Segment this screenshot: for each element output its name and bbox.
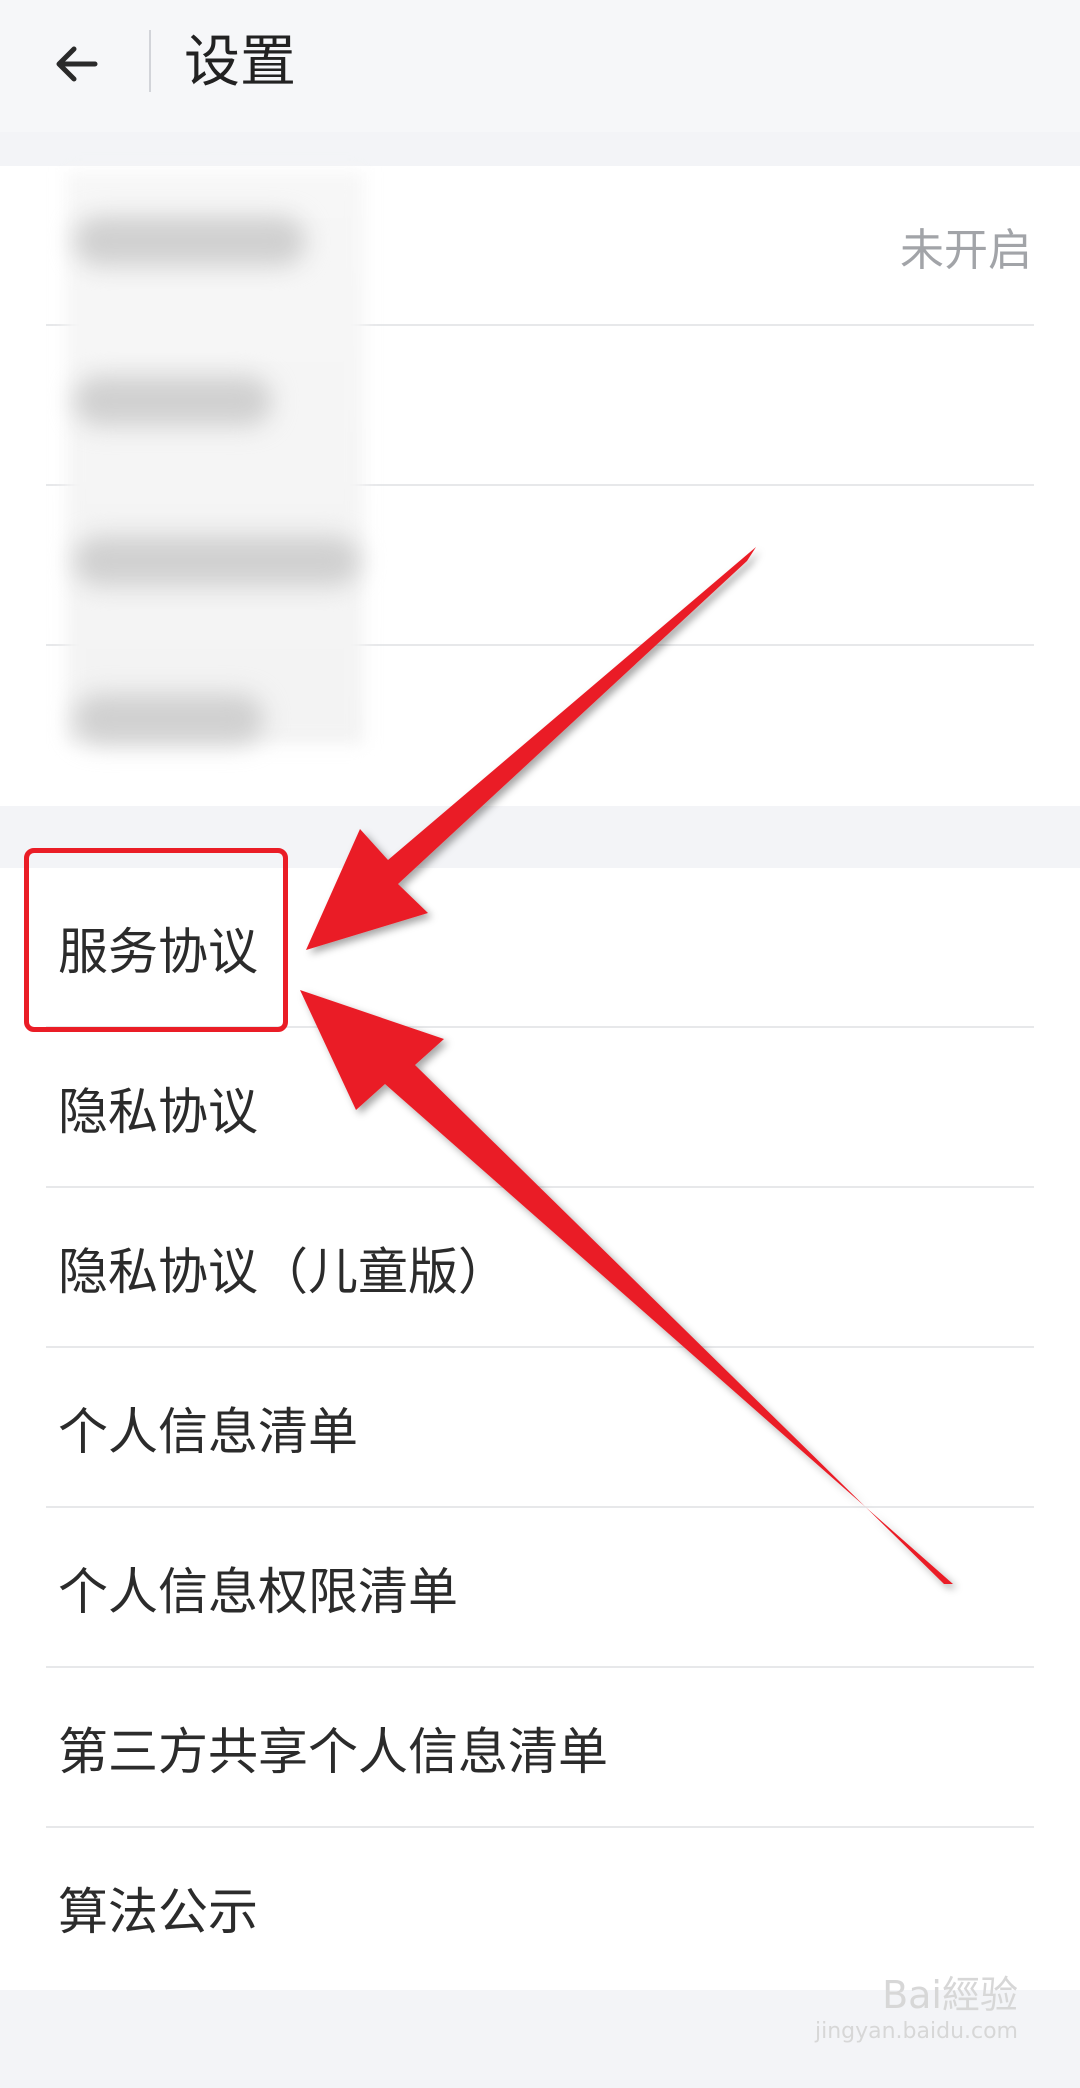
watermark-main: Bai經验 [882,1973,1018,2017]
annotation-arrows [300,547,953,1584]
arrow-lower [300,990,953,1584]
watermark-sub: jingyan.baidu.com [814,2019,1018,2044]
watermark: Bai經验 jingyan.baidu.com [778,1972,1018,2066]
arrow-upper [306,547,756,950]
